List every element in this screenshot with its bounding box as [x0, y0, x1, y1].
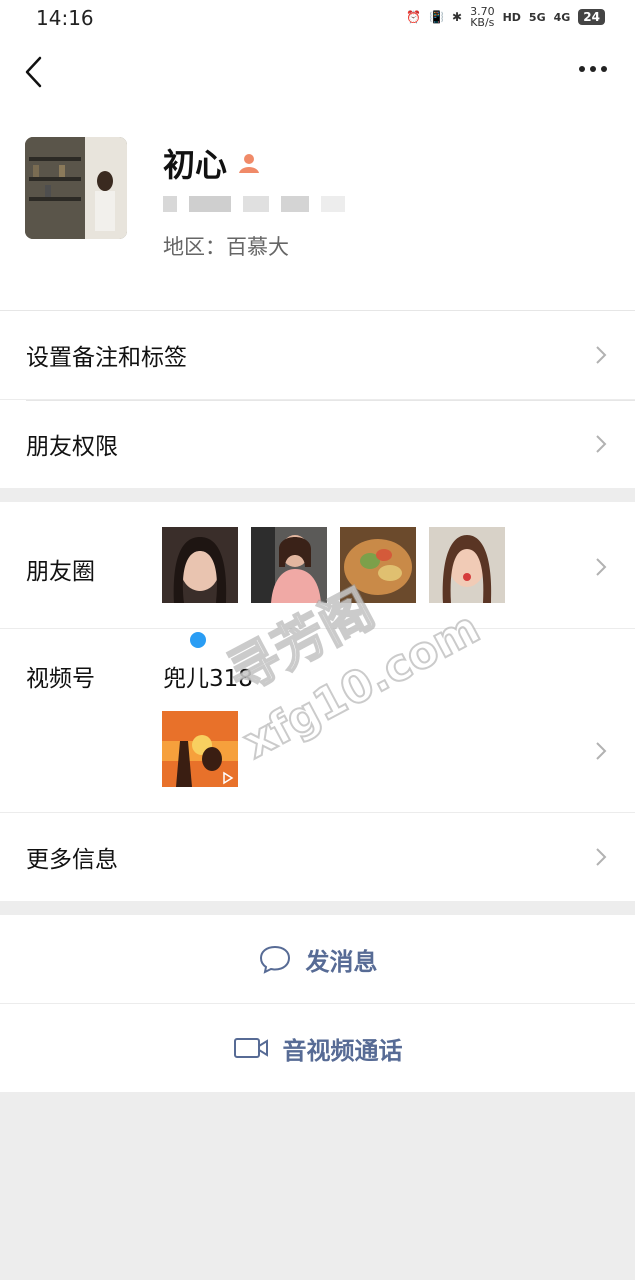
moments-thumbnail	[162, 527, 238, 603]
moments-thumbnail	[429, 527, 505, 603]
alarm-icon: ⏰	[406, 10, 422, 24]
profile-region: 地区：百慕大	[163, 235, 289, 259]
moments-thumbnail	[251, 527, 327, 603]
moments-label: 朋友圈	[26, 559, 95, 585]
status-time: 14:16	[36, 6, 94, 30]
profile-name: 初心	[163, 146, 228, 184]
avatar[interactable]	[25, 137, 127, 239]
nav-bar	[0, 34, 635, 114]
more-info-label: 更多信息	[26, 847, 118, 873]
set-remark-tags-row[interactable]: 设置备注和标签	[0, 311, 635, 399]
chevron-right-icon	[596, 742, 607, 760]
status-bar: 14:16 ⏰ 📳 ✱ 3.70 KB/s HD 5G 4G 24	[0, 0, 635, 34]
chat-bubble-icon	[259, 945, 290, 974]
chevron-right-icon	[596, 435, 607, 453]
channel-video-thumbnail[interactable]	[162, 711, 238, 787]
user-tag-icon	[239, 154, 260, 173]
profile-header: 初心 地区：百慕大	[0, 114, 635, 310]
video-call-label: 音视频通话	[282, 1036, 403, 1065]
hd-icon: HD	[502, 10, 521, 24]
video-camera-icon	[233, 1038, 268, 1058]
signal-4g-icon: 4G	[553, 10, 571, 24]
friend-permissions-label: 朋友权限	[26, 434, 118, 460]
channels-row[interactable]: 视频号 兜儿318	[0, 628, 635, 813]
bluetooth-icon: ✱	[452, 10, 463, 24]
channel-name: 兜儿318	[163, 666, 253, 692]
network-speed-unit: KB/s	[470, 16, 495, 29]
channels-badge-icon	[190, 632, 206, 648]
send-message-label: 发消息	[305, 947, 378, 976]
profile-name-row: 初心	[163, 140, 261, 186]
video-call-button[interactable]: 音视频通话	[0, 1004, 635, 1092]
wechat-id-blurred	[163, 196, 345, 212]
more-info-row[interactable]: 更多信息	[0, 812, 635, 901]
more-options-icon[interactable]	[579, 66, 607, 72]
friend-permissions-row[interactable]: 朋友权限	[0, 399, 635, 488]
more-info-section: 更多信息	[0, 812, 635, 901]
moments-row[interactable]: 朋友圈	[0, 502, 635, 628]
back-arrow-icon[interactable]	[22, 54, 46, 90]
network-speed: 3.70 KB/s	[470, 6, 495, 28]
set-remark-tags-label: 设置备注和标签	[26, 345, 187, 371]
moments-thumbnail	[340, 527, 416, 603]
chevron-right-icon	[596, 346, 607, 364]
send-message-button[interactable]: 发消息	[0, 915, 635, 1003]
channels-label: 视频号	[26, 666, 95, 692]
vibrate-icon: 📳	[429, 10, 445, 24]
moments-thumbnails	[162, 527, 505, 603]
signal-5g-icon: 5G	[528, 10, 546, 24]
chevron-right-icon	[596, 848, 607, 866]
status-icons: ⏰ 📳 ✱ 3.70 KB/s HD 5G 4G 24	[406, 6, 605, 28]
profile-menu: 设置备注和标签 朋友权限	[0, 310, 635, 488]
chevron-right-icon	[596, 558, 607, 576]
battery-icon: 24	[578, 9, 605, 25]
